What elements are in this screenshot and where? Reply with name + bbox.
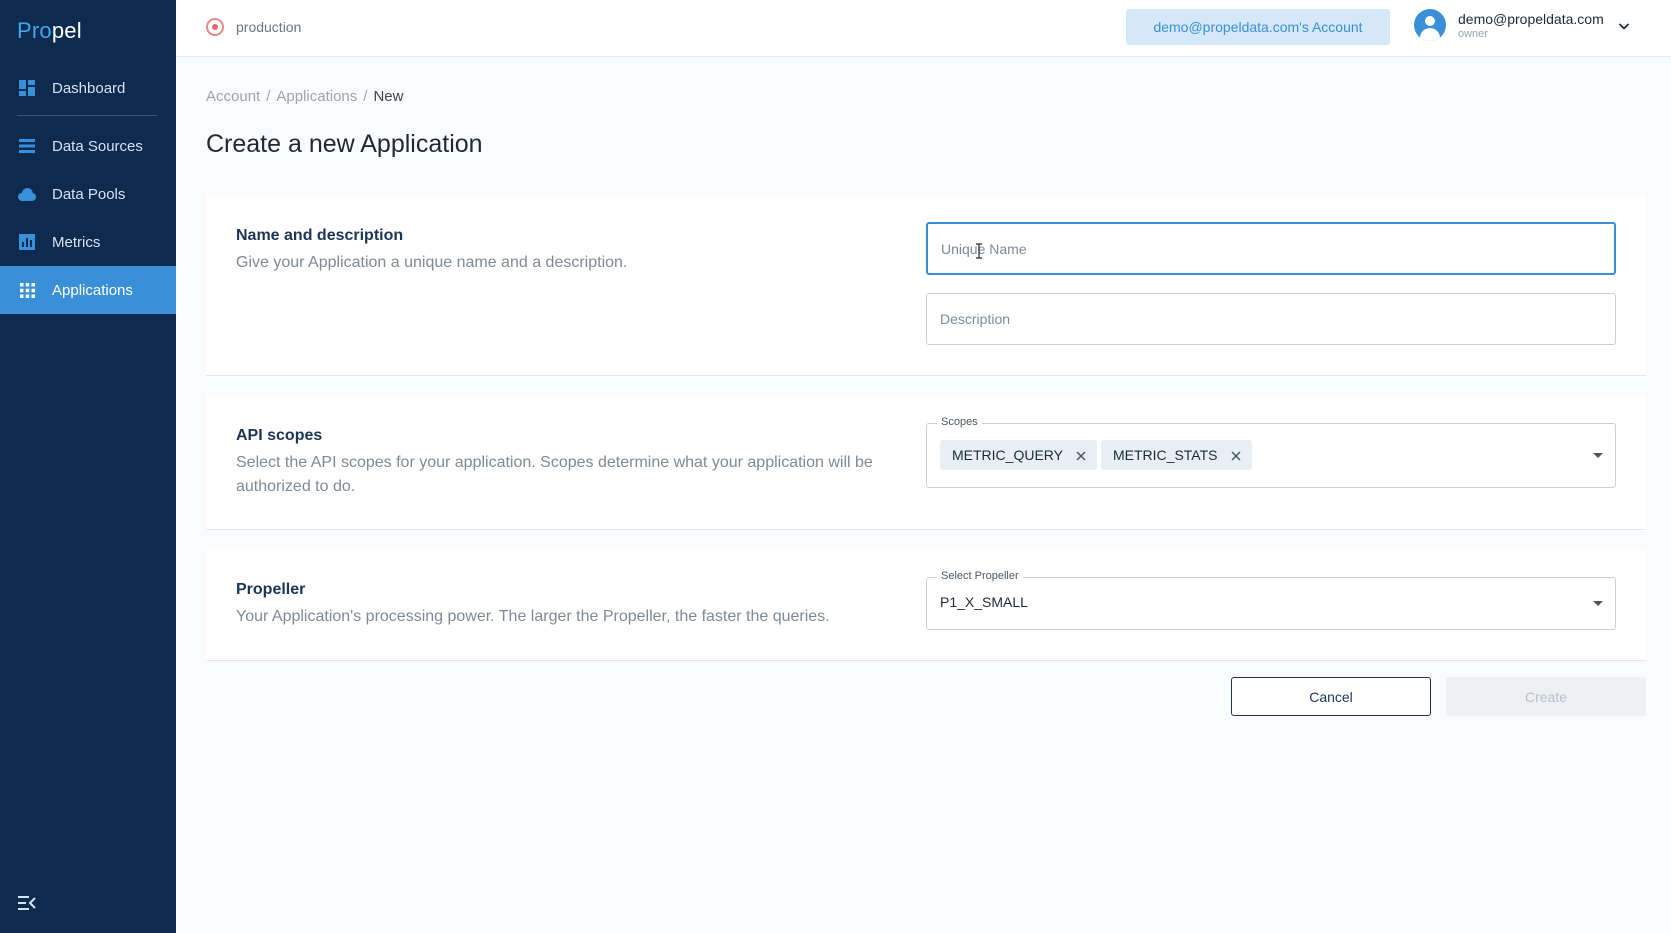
environment-selector[interactable]: production: [206, 18, 301, 36]
user-email: demo@propeldata.com: [1458, 10, 1604, 27]
sidebar-item-data-sources[interactable]: Data Sources: [0, 122, 176, 170]
propeller-label: Select Propeller: [937, 570, 1023, 582]
sidebar-item-data-pools[interactable]: Data Pools: [0, 170, 176, 218]
section-title: Name and description: [236, 227, 404, 244]
sidebar-item-label: Data Sources: [52, 137, 143, 155]
avatar: [1414, 9, 1446, 41]
close-icon[interactable]: [1230, 449, 1242, 461]
propeller-select[interactable]: Select Propeller P1_X_SMALL: [926, 570, 1616, 630]
user-avatar-head: [1425, 16, 1435, 26]
chip-label: METRIC_QUERY: [952, 447, 1063, 463]
user-role: owner: [1458, 27, 1488, 40]
scope-chip-metric-stats: METRIC_STATS: [1101, 440, 1252, 470]
breadcrumb-applications[interactable]: Applications: [276, 88, 357, 105]
bar-chart-icon: [18, 233, 36, 251]
section-description: Your Application's processing power. The…: [236, 608, 830, 625]
sidebar-item-label: Applications: [52, 281, 133, 299]
section-title: API scopes: [236, 427, 323, 444]
unique-name-field[interactable]: [926, 222, 1616, 275]
scopes-select[interactable]: Scopes METRIC_QUERY METRIC_STATS: [926, 416, 1616, 488]
chip-label: METRIC_STATS: [1113, 447, 1218, 463]
propeller-card: Propeller Your Application's processing …: [206, 549, 1646, 661]
text-cursor-icon: [975, 243, 983, 259]
breadcrumb-account[interactable]: Account: [206, 88, 260, 105]
unique-name-input[interactable]: [928, 224, 1614, 273]
collapse-sidebar-icon[interactable]: [18, 896, 36, 912]
propeller-value: P1_X_SMALL: [940, 594, 1028, 610]
breadcrumb-current: New: [373, 88, 404, 105]
account-button[interactable]: demo@propeldata.com's Account: [1126, 9, 1390, 45]
description-input[interactable]: [927, 294, 1615, 344]
sidebar-item-metrics[interactable]: Metrics: [0, 218, 176, 266]
section-description: Select the API scopes for your applicati…: [236, 454, 873, 495]
dropdown-caret-icon[interactable]: [1593, 600, 1603, 606]
sidebar: Propel Dashboard Data Sources Data Pools…: [0, 0, 176, 933]
api-scopes-card: API scopes Select the API scopes for you…: [206, 395, 1646, 530]
chevron-down-icon[interactable]: [1618, 19, 1630, 31]
close-icon[interactable]: [1075, 449, 1087, 461]
breadcrumb-separator: /: [266, 88, 271, 105]
user-info: demo@propeldata.com owner: [1458, 11, 1604, 40]
section-title: Propeller: [236, 581, 306, 598]
cloud-icon: [18, 185, 36, 203]
list-icon: [18, 137, 36, 155]
cancel-button[interactable]: Cancel: [1231, 677, 1431, 716]
sidebar-item-applications[interactable]: Applications: [0, 266, 176, 314]
propel-logo[interactable]: Propel: [17, 18, 82, 44]
create-button[interactable]: Create: [1446, 677, 1646, 716]
page-title: Create a new Application: [206, 130, 483, 158]
description-field[interactable]: [926, 293, 1616, 345]
name-description-card: Name and description Give your Applicati…: [206, 195, 1646, 376]
environment-status-icon: [206, 18, 224, 36]
user-menu[interactable]: demo@propeldata.com owner: [1414, 9, 1630, 41]
breadcrumb: Account / Applications / New: [206, 88, 403, 105]
sidebar-item-dashboard[interactable]: Dashboard: [0, 64, 176, 112]
scopes-label: Scopes: [937, 416, 982, 428]
dropdown-caret-icon[interactable]: [1593, 452, 1603, 458]
scope-chip-metric-query: METRIC_QUERY: [940, 440, 1097, 470]
sidebar-item-label: Dashboard: [52, 79, 126, 97]
topbar: production demo@propeldata.com's Account…: [176, 0, 1671, 57]
sidebar-divider: [17, 115, 157, 116]
dashboard-icon: [18, 79, 36, 97]
sidebar-item-label: Metrics: [52, 233, 101, 251]
user-avatar-body: [1420, 28, 1440, 41]
breadcrumb-separator: /: [363, 88, 368, 105]
apps-grid-icon: [18, 281, 36, 299]
section-description: Give your Application a unique name and …: [236, 254, 628, 271]
sidebar-item-label: Data Pools: [52, 185, 126, 203]
environment-label: production: [236, 19, 302, 35]
